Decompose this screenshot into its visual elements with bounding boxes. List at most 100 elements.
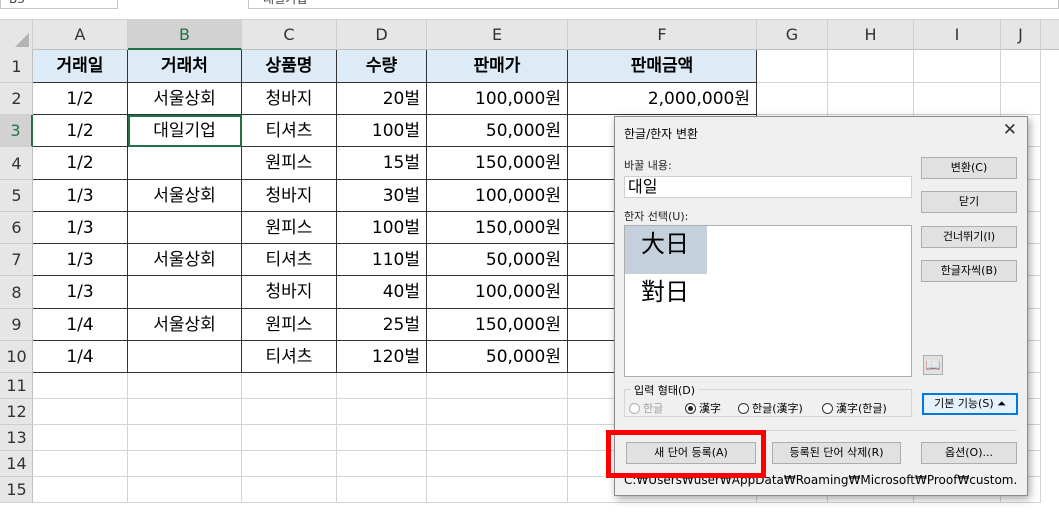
- table-cell[interactable]: 티셔츠: [242, 341, 337, 373]
- table-cell[interactable]: 120벌: [337, 341, 427, 373]
- table-cell[interactable]: 서울상회: [128, 244, 242, 276]
- empty-cell[interactable]: [128, 425, 242, 451]
- empty-cell[interactable]: [33, 477, 128, 503]
- empty-cell[interactable]: [242, 425, 337, 451]
- column-header-g[interactable]: G: [757, 20, 828, 50]
- table-cell[interactable]: 1/4: [33, 309, 128, 341]
- empty-cell[interactable]: [337, 399, 427, 425]
- column-header-d[interactable]: D: [337, 20, 427, 50]
- column-header-c[interactable]: C: [242, 20, 337, 50]
- table-cell[interactable]: 원피스: [242, 309, 337, 341]
- row-header-1[interactable]: 1: [0, 50, 33, 83]
- table-cell[interactable]: 150,000원: [427, 309, 568, 341]
- dictionary-book-icon[interactable]: 📖: [923, 355, 943, 375]
- table-cell[interactable]: 1/2: [33, 115, 128, 147]
- basic-function-button[interactable]: 기본 기능(S) ⏶: [922, 393, 1018, 415]
- options-button[interactable]: 옵션(O)...: [921, 442, 1017, 464]
- table-cell[interactable]: [128, 147, 242, 180]
- empty-cell[interactable]: [427, 399, 568, 425]
- empty-cell[interactable]: [337, 451, 427, 477]
- table-cell[interactable]: 원피스: [242, 212, 337, 244]
- table-cell[interactable]: 티셔츠: [242, 244, 337, 276]
- table-cell[interactable]: 1/3: [33, 212, 128, 244]
- empty-cell[interactable]: [427, 477, 568, 503]
- row-header-6[interactable]: 6: [0, 212, 33, 244]
- name-box[interactable]: B3: [0, 0, 118, 9]
- table-cell[interactable]: 대일기업: [128, 115, 242, 147]
- table-cell[interactable]: 50,000원: [427, 341, 568, 373]
- skip-button[interactable]: 건너뛰기(I): [921, 226, 1017, 248]
- empty-cell[interactable]: [757, 83, 828, 115]
- table-cell[interactable]: 서울상회: [128, 180, 242, 212]
- column-header-f[interactable]: F: [568, 20, 757, 50]
- close-button[interactable]: 닫기: [921, 191, 1017, 213]
- table-cell[interactable]: 15벌: [337, 147, 427, 180]
- table-cell[interactable]: 티셔츠: [242, 115, 337, 147]
- radio-hanja-hangul[interactable]: 漢字(한글): [822, 400, 887, 416]
- column-header-e[interactable]: E: [427, 20, 568, 50]
- empty-cell[interactable]: [757, 50, 828, 83]
- row-header-15[interactable]: 15: [0, 477, 33, 503]
- row-header-8[interactable]: 8: [0, 276, 33, 309]
- empty-cell[interactable]: [242, 399, 337, 425]
- table-cell[interactable]: 150,000원: [427, 212, 568, 244]
- table-cell[interactable]: 청바지: [242, 276, 337, 309]
- empty-cell[interactable]: [914, 50, 1001, 83]
- table-cell[interactable]: 100,000원: [427, 83, 568, 115]
- empty-cell[interactable]: [828, 50, 914, 83]
- row-header-14[interactable]: 14: [0, 451, 33, 477]
- table-cell[interactable]: 110벌: [337, 244, 427, 276]
- column-header-b[interactable]: B: [128, 20, 242, 50]
- empty-cell[interactable]: [33, 373, 128, 399]
- row-header-5[interactable]: 5: [0, 180, 33, 212]
- table-cell[interactable]: 30벌: [337, 180, 427, 212]
- table-header-cell[interactable]: 판매금액: [568, 50, 757, 83]
- row-header-12[interactable]: 12: [0, 399, 33, 425]
- table-cell[interactable]: 서울상회: [128, 309, 242, 341]
- table-cell[interactable]: 청바지: [242, 180, 337, 212]
- table-cell[interactable]: 청바지: [242, 83, 337, 115]
- empty-cell[interactable]: [242, 373, 337, 399]
- hanja-candidate[interactable]: 對日: [625, 274, 707, 322]
- formula-icons[interactable]: ✕✓ fx: [140, 0, 248, 3]
- empty-cell[interactable]: [337, 477, 427, 503]
- table-cell[interactable]: 40벌: [337, 276, 427, 309]
- row-header-3[interactable]: 3: [0, 115, 33, 147]
- table-cell[interactable]: 100벌: [337, 115, 427, 147]
- empty-cell[interactable]: [337, 373, 427, 399]
- column-header-a[interactable]: A: [33, 20, 128, 50]
- table-cell[interactable]: 1/3: [33, 276, 128, 309]
- table-cell[interactable]: 원피스: [242, 147, 337, 180]
- source-input[interactable]: 대일: [624, 176, 912, 198]
- row-header-10[interactable]: 10: [0, 341, 33, 373]
- empty-cell[interactable]: [427, 425, 568, 451]
- table-cell[interactable]: 1/3: [33, 244, 128, 276]
- close-icon[interactable]: ✕: [1003, 120, 1017, 140]
- hanja-list[interactable]: 大日 對日: [624, 225, 912, 377]
- empty-cell[interactable]: [1001, 83, 1041, 115]
- char-by-char-button[interactable]: 한글자씩(B): [921, 260, 1017, 282]
- table-cell[interactable]: 서울상회: [128, 83, 242, 115]
- table-cell[interactable]: 100벌: [337, 212, 427, 244]
- column-header-h[interactable]: H: [828, 20, 914, 50]
- table-cell[interactable]: [128, 276, 242, 309]
- empty-cell[interactable]: [33, 425, 128, 451]
- table-cell[interactable]: [128, 212, 242, 244]
- empty-cell[interactable]: [128, 373, 242, 399]
- column-header-i[interactable]: I: [914, 20, 1001, 50]
- delete-word-button[interactable]: 등록된 단어 삭제(R): [772, 442, 901, 464]
- table-cell[interactable]: 150,000원: [427, 147, 568, 180]
- column-header-j[interactable]: J: [1001, 20, 1041, 50]
- convert-button[interactable]: 변환(C): [921, 157, 1017, 179]
- empty-cell[interactable]: [1001, 50, 1041, 83]
- row-header-9[interactable]: 9: [0, 309, 33, 341]
- empty-cell[interactable]: [242, 451, 337, 477]
- empty-cell[interactable]: [427, 451, 568, 477]
- table-cell[interactable]: 1/2: [33, 147, 128, 180]
- empty-cell[interactable]: [427, 373, 568, 399]
- table-cell[interactable]: 1/2: [33, 83, 128, 115]
- table-cell[interactable]: 1/3: [33, 180, 128, 212]
- row-header-2[interactable]: 2: [0, 83, 33, 115]
- empty-cell[interactable]: [33, 399, 128, 425]
- hanja-candidate[interactable]: 大日: [625, 226, 707, 274]
